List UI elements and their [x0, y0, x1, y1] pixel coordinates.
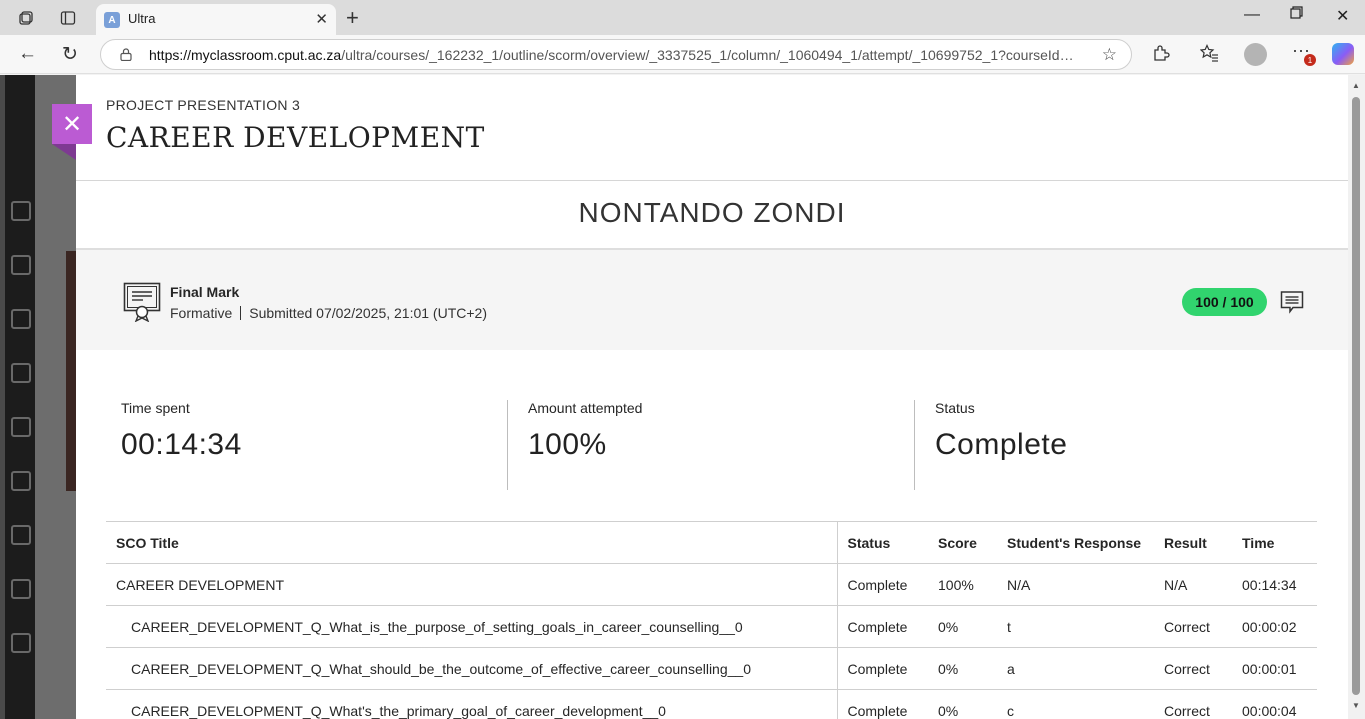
attempt-details-panel: PROJECT PRESENTATION 3 CAREER DEVELOPMEN…	[76, 75, 1348, 719]
table-row: CAREER_DEVELOPMENT_Q_What_should_be_the_…	[106, 647, 1317, 690]
tools-icon	[11, 579, 31, 599]
sco-score: 0%	[928, 647, 997, 690]
sco-response: c	[997, 689, 1154, 719]
submitted-date: Submitted 07/02/2025, 21:01 (UTC+2)	[249, 305, 487, 321]
sco-status: Complete	[837, 563, 928, 606]
grade-meta: Formative Submitted 07/02/2025, 21:01 (UT…	[170, 305, 487, 321]
sco-title: CAREER DEVELOPMENT	[106, 563, 838, 606]
ultra-favicon-icon: A	[104, 12, 120, 28]
signout-icon	[11, 633, 31, 653]
favorites-icon[interactable]	[1199, 44, 1219, 67]
amount-attempted-stat: Amount attempted 100%	[528, 400, 642, 490]
sco-response: N/A	[997, 563, 1154, 606]
sco-status: Complete	[837, 647, 928, 690]
sco-time: 00:14:34	[1232, 563, 1317, 606]
divider	[507, 400, 508, 490]
table-row: CAREER_DEVELOPMENT_Q_What's_the_primary_…	[106, 689, 1317, 719]
close-panel-button[interactable]: ✕	[52, 104, 92, 144]
certificate-icon	[123, 282, 161, 322]
page-scrollbar[interactable]: ▲ ▼	[1348, 75, 1365, 719]
sco-response: a	[997, 647, 1154, 690]
sco-title: CAREER_DEVELOPMENT_Q_What_should_be_the_…	[106, 647, 838, 690]
browser-tab-active[interactable]: A Ultra ✕	[96, 4, 336, 35]
final-mark-section: Final Mark Formative Submitted 07/02/2025…	[76, 250, 1348, 350]
sco-response: t	[997, 605, 1154, 648]
table-row: CAREER DEVELOPMENT Complete 100% N/A N/A…	[106, 563, 1317, 606]
student-name: NONTANDO ZONDI	[578, 197, 846, 228]
minimize-icon[interactable]: —	[1244, 6, 1260, 24]
sco-title: CAREER_DEVELOPMENT_Q_What_is_the_purpose…	[106, 605, 838, 648]
new-tab-button[interactable]: +	[346, 5, 359, 31]
background-nav-rail	[5, 75, 35, 719]
feedback-icon[interactable]	[1280, 290, 1304, 314]
amount-attempted-label: Amount attempted	[528, 400, 643, 416]
status-stat: Status Complete	[935, 400, 1067, 490]
address-bar-row: ← ↻ https://myclassroom.cput.ac.za/ultra…	[0, 35, 1365, 74]
col-header-time: Time	[1232, 521, 1317, 564]
time-spent-value: 00:14:34	[121, 428, 242, 461]
grades-icon	[11, 525, 31, 545]
col-header-status: Status	[837, 521, 928, 564]
separator	[240, 306, 242, 320]
col-header-response: Student's Response	[997, 521, 1154, 564]
sco-result: N/A	[1154, 563, 1232, 606]
workspaces-icon[interactable]	[15, 7, 37, 29]
copilot-icon[interactable]	[1332, 43, 1354, 65]
url-text: https://myclassroom.cput.ac.za/ultra/cou…	[149, 47, 1079, 63]
organizations-icon	[11, 363, 31, 383]
favorite-star-icon[interactable]: ☆	[1102, 45, 1117, 65]
back-icon[interactable]: ←	[18, 43, 37, 65]
status-label: Status	[935, 400, 975, 416]
final-mark-heading: Final Mark	[170, 284, 240, 300]
scroll-down-icon[interactable]: ▼	[1352, 701, 1360, 710]
refresh-icon[interactable]: ↻	[62, 43, 78, 66]
tab-actions-icon[interactable]	[57, 7, 79, 29]
profile-nav-icon	[11, 255, 31, 275]
tab-close-icon[interactable]: ✕	[315, 10, 328, 28]
sco-result: Correct	[1154, 605, 1232, 648]
sco-status: Complete	[837, 605, 928, 648]
amount-attempted-value: 100%	[528, 428, 607, 461]
window-close-icon[interactable]: ✕	[1336, 6, 1349, 26]
status-value: Complete	[935, 428, 1068, 461]
scroll-up-icon[interactable]: ▲	[1352, 81, 1360, 90]
table-header-row: SCO Title Status Score Student's Respons…	[106, 521, 1317, 564]
url-input[interactable]: https://myclassroom.cput.ac.za/ultra/cou…	[100, 39, 1132, 70]
divider	[914, 400, 915, 490]
sco-time: 00:00:01	[1232, 647, 1317, 690]
score-badge[interactable]: 100 / 100	[1182, 288, 1267, 316]
panel-label: PROJECT PRESENTATION 3	[106, 97, 301, 113]
sco-time: 00:00:02	[1232, 605, 1317, 648]
col-header-score: Score	[928, 521, 997, 564]
grade-type: Formative	[170, 305, 233, 321]
sco-result: Correct	[1154, 689, 1232, 719]
lock-icon[interactable]	[120, 48, 132, 61]
sco-table: SCO Title Status Score Student's Respons…	[106, 521, 1317, 719]
browser-tab-bar: A Ultra ✕ + — ✕	[0, 0, 1365, 35]
sco-status: Complete	[837, 689, 928, 719]
restore-icon[interactable]	[1290, 6, 1303, 24]
sco-time: 00:00:04	[1232, 689, 1317, 719]
time-spent-stat: Time spent 00:14:34	[121, 400, 242, 490]
tab-title: Ultra	[128, 11, 156, 26]
sco-score: 100%	[928, 563, 997, 606]
courses-icon	[11, 309, 31, 329]
notification-badge: 1	[1304, 54, 1316, 66]
sco-score: 0%	[928, 605, 997, 648]
col-header-sco-title: SCO Title	[106, 521, 838, 564]
sco-title: CAREER_DEVELOPMENT_Q_What's_the_primary_…	[106, 689, 838, 719]
profile-icon[interactable]	[1244, 43, 1267, 66]
extensions-icon[interactable]	[1152, 44, 1170, 67]
sco-score: 0%	[928, 689, 997, 719]
messages-icon	[11, 471, 31, 491]
sco-result: Correct	[1154, 647, 1232, 690]
institution-icon	[11, 201, 31, 221]
col-header-result: Result	[1154, 521, 1232, 564]
calendar-icon	[11, 417, 31, 437]
table-row: CAREER_DEVELOPMENT_Q_What_is_the_purpose…	[106, 605, 1317, 648]
divider	[76, 180, 1348, 181]
time-spent-label: Time spent	[121, 400, 190, 416]
page-title: CAREER DEVELOPMENT	[106, 121, 485, 154]
scroll-thumb[interactable]	[1352, 97, 1360, 695]
